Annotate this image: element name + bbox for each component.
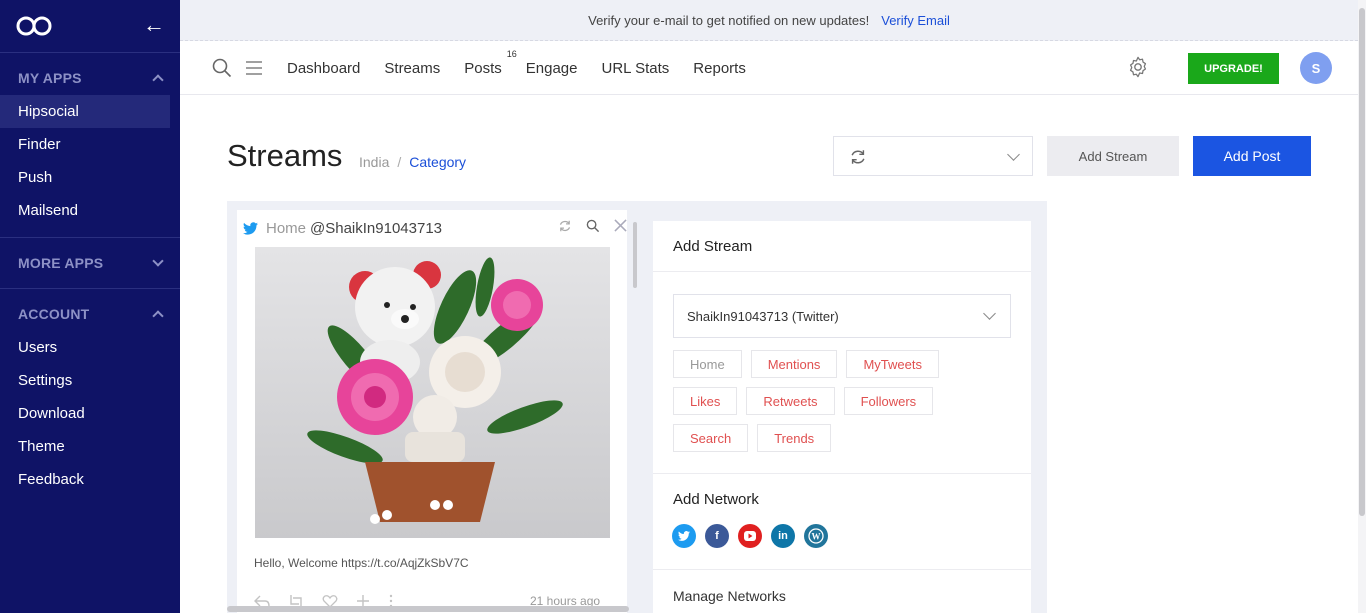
sidebar-item-mailsend[interactable]: Mailsend: [0, 194, 170, 227]
refresh-icon[interactable]: [558, 219, 572, 233]
sidebar: ← MY APPS Hipsocial Finder Push Mailsend…: [0, 0, 180, 613]
page-title: Streams: [227, 138, 343, 173]
chip-row: Search Trends: [673, 424, 1013, 452]
svg-text:W: W: [812, 532, 821, 542]
twitter-icon[interactable]: [672, 524, 696, 548]
breadcrumb-separator: /: [397, 154, 402, 170]
nav-reports[interactable]: Reports: [693, 60, 746, 77]
add-stream-panel: Add Stream ShaikIn91043713 (Twitter) Hom…: [653, 221, 1031, 613]
network-icons: f in W: [672, 524, 828, 548]
window-scrollbar[interactable]: [1358, 0, 1366, 613]
stream-option-likes[interactable]: Likes: [673, 387, 738, 415]
sidebar-header: ←: [0, 0, 180, 53]
chevron-up-icon: [152, 310, 164, 322]
add-post-button[interactable]: Add Post: [1193, 136, 1311, 176]
collapse-sidebar-icon[interactable]: ←: [143, 14, 165, 36]
sidebar-item-users[interactable]: Users: [0, 331, 170, 364]
sidebar-section-header[interactable]: MORE APPS: [0, 246, 180, 280]
stream-type-label: Home: [266, 219, 307, 237]
divider: [653, 473, 1031, 474]
sidebar-item-settings[interactable]: Settings: [0, 364, 170, 397]
sidebar-section-header[interactable]: ACCOUNT: [0, 297, 180, 331]
twitter-bird-icon: [243, 221, 258, 235]
nav-url-stats[interactable]: URL Stats: [601, 60, 669, 77]
sidebar-item-hipsocial[interactable]: Hipsocial: [0, 95, 170, 128]
linkedin-icon[interactable]: in: [771, 524, 795, 548]
wordpress-icon[interactable]: W: [804, 524, 828, 548]
stream-column: Home @ShaikIn91043713 Hello, Welcome htt…: [237, 210, 627, 613]
stream-scrollbar[interactable]: [633, 222, 637, 288]
refresh-icon[interactable]: [849, 148, 867, 166]
divider: [653, 271, 1031, 272]
stream-option-search[interactable]: Search: [673, 424, 749, 452]
nav-posts[interactable]: Posts 16: [464, 49, 517, 77]
stream-option-retweets[interactable]: Retweets: [746, 387, 835, 415]
posts-count-badge: 16: [506, 48, 517, 59]
stream-option-followers[interactable]: Followers: [843, 387, 934, 415]
sidebar-item-download[interactable]: Download: [0, 397, 170, 430]
menu-icon[interactable]: [246, 61, 262, 75]
verify-email-link[interactable]: Verify Email: [881, 13, 950, 28]
stream-option-home[interactable]: Home: [673, 350, 742, 378]
chevron-down-icon: [983, 307, 996, 320]
avatar[interactable]: S: [1300, 52, 1332, 84]
add-stream-title: Add Stream: [673, 238, 753, 255]
chevron-down-icon: [152, 255, 164, 267]
breadcrumb-india[interactable]: India: [359, 154, 389, 170]
breadcrumb: India / Category: [359, 154, 466, 170]
nav-engage[interactable]: Engage: [526, 60, 578, 77]
chip-row: Home Mentions MyTweets: [673, 350, 1013, 378]
post-image[interactable]: [255, 247, 610, 538]
chevron-down-icon: [1007, 148, 1020, 161]
sidebar-item-theme[interactable]: Theme: [0, 430, 170, 463]
stream-handle: @ShaikIn91043713: [310, 219, 443, 237]
sidebar-section-more-apps: MORE APPS: [0, 238, 180, 289]
stream-type-options: Home Mentions MyTweets Likes Retweets Fo…: [673, 350, 1013, 461]
stream-option-mentions[interactable]: Mentions: [750, 350, 838, 378]
manage-networks-link[interactable]: Manage Networks: [673, 588, 786, 604]
youtube-icon[interactable]: [738, 524, 762, 548]
gear-icon[interactable]: [1127, 56, 1149, 78]
nav-dashboard[interactable]: Dashboard: [287, 60, 360, 77]
post-text: Hello, Welcome https://t.co/AqjZkSbV7C: [254, 556, 469, 570]
logo-icon[interactable]: [16, 16, 52, 36]
facebook-icon[interactable]: f: [705, 524, 729, 548]
window-scrollbar-thumb[interactable]: [1359, 8, 1365, 516]
upgrade-button[interactable]: UPGRADE!: [1188, 53, 1279, 84]
add-network-title: Add Network: [673, 491, 759, 508]
board-horizontal-scrollbar[interactable]: [227, 606, 629, 612]
sidebar-section-account: ACCOUNT Users Settings Download Theme Fe…: [0, 289, 180, 506]
breadcrumb-category[interactable]: Category: [409, 154, 466, 170]
close-icon[interactable]: [614, 219, 627, 232]
stream-tools: [558, 219, 627, 233]
stream-option-trends[interactable]: Trends: [757, 424, 832, 452]
nav-streams[interactable]: Streams: [384, 60, 440, 77]
flower-bouquet-image: [255, 247, 610, 538]
chip-row: Likes Retweets Followers: [673, 387, 1013, 415]
stream-group-select[interactable]: [833, 136, 1033, 176]
add-stream-button[interactable]: Add Stream: [1047, 136, 1179, 176]
divider: [653, 569, 1031, 570]
sidebar-item-finder[interactable]: Finder: [0, 128, 170, 161]
stream-column-header: Home @ShaikIn91043713: [237, 210, 627, 246]
account-select[interactable]: ShaikIn91043713 (Twitter): [673, 294, 1011, 338]
nav-links: Dashboard Streams Posts 16 Engage URL Sta…: [287, 41, 770, 95]
account-select-value: ShaikIn91043713 (Twitter): [687, 308, 839, 324]
sidebar-item-push[interactable]: Push: [0, 161, 170, 194]
search-icon[interactable]: [212, 58, 232, 78]
top-navigation: Dashboard Streams Posts 16 Engage URL Sta…: [180, 41, 1358, 95]
verify-email-notice: Verify your e-mail to get notified on ne…: [180, 0, 1358, 41]
sidebar-section-my-apps: MY APPS Hipsocial Finder Push Mailsend: [0, 53, 180, 238]
notice-text: Verify your e-mail to get notified on ne…: [588, 12, 870, 28]
stream-option-mytweets[interactable]: MyTweets: [846, 350, 939, 378]
sidebar-item-feedback[interactable]: Feedback: [0, 463, 170, 496]
chevron-up-icon: [152, 74, 164, 86]
sidebar-section-header[interactable]: MY APPS: [0, 61, 180, 95]
search-icon[interactable]: [586, 219, 600, 233]
